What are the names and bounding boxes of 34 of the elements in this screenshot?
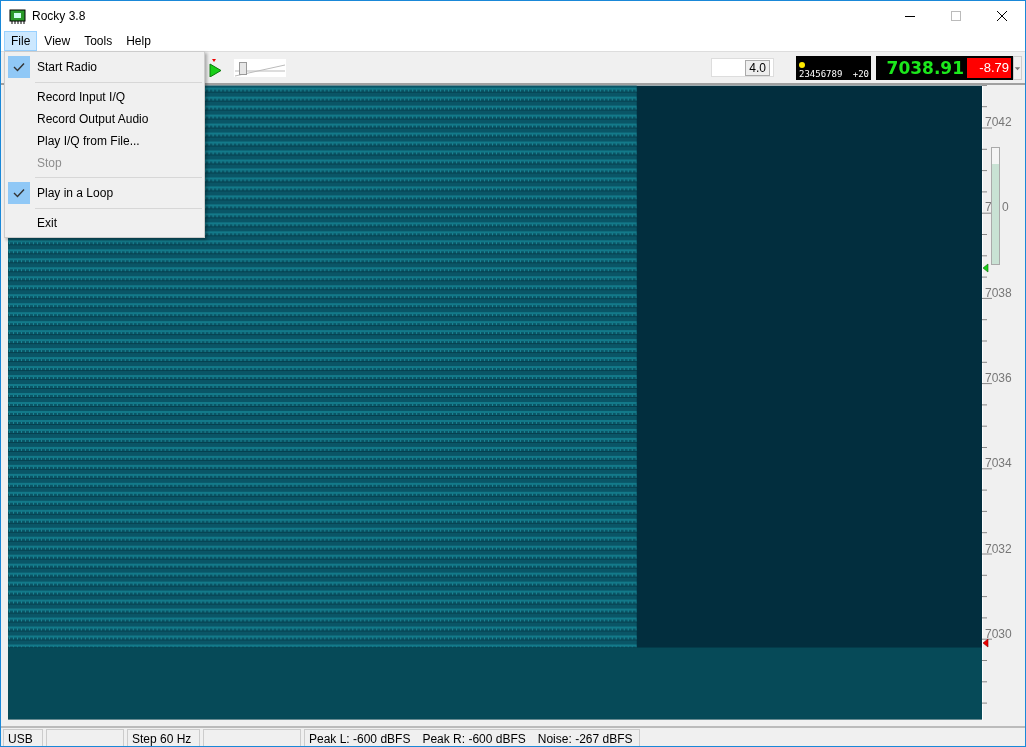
menu-item[interactable]: Tools: [77, 31, 120, 51]
digit-labels: 23456789: [799, 68, 843, 79]
scale-label: 7030: [985, 626, 1012, 641]
menu-item[interactable]: Exit: [5, 212, 204, 234]
status-cell: Step 60 Hz: [127, 729, 200, 746]
offset-label: +20: [852, 68, 869, 79]
scale-label: 7042: [985, 115, 1012, 129]
signal-reading: -8.79: [967, 57, 1011, 78]
scale-label: 7032: [985, 541, 1012, 556]
indicator-dot: [799, 61, 805, 68]
frequency-reading: 7038.91: [886, 57, 965, 78]
menu-item[interactable]: Play in a Loop: [5, 181, 204, 205]
menu-item[interactable]: Play I/Q from File...: [5, 130, 204, 152]
step-field[interactable]: 4.0: [711, 58, 774, 77]
menu-item[interactable]: View: [37, 31, 78, 51]
window-title: Rocky 3.8: [32, 9, 86, 23]
menu-item[interactable]: Record Output Audio: [5, 108, 204, 130]
scale-label: 7038: [985, 285, 1012, 300]
play-icon[interactable]: [208, 58, 222, 77]
scale-label: 7034: [985, 456, 1012, 471]
menu-item[interactable]: Start Radio: [5, 55, 204, 79]
scale-label: 7036: [985, 370, 1012, 385]
status-reading: Peak L: -600 dBFS: [309, 732, 411, 746]
circuit-board-icon: [9, 8, 26, 24]
menu-item[interactable]: Help: [119, 31, 158, 51]
scale-label: 7: [985, 200, 992, 215]
slider-thumb[interactable]: [239, 61, 248, 75]
volume-slider[interactable]: [234, 58, 286, 77]
status-cell: USB: [3, 729, 43, 746]
menu-item[interactable]: File: [4, 31, 38, 51]
status-reading: Noise: -267 dBFS: [537, 732, 633, 746]
menu-item[interactable]: Record Input I/Q: [5, 86, 204, 108]
scale-label: 0: [1002, 200, 1009, 215]
status-reading: Peak R: -600 dBFS: [422, 732, 526, 746]
